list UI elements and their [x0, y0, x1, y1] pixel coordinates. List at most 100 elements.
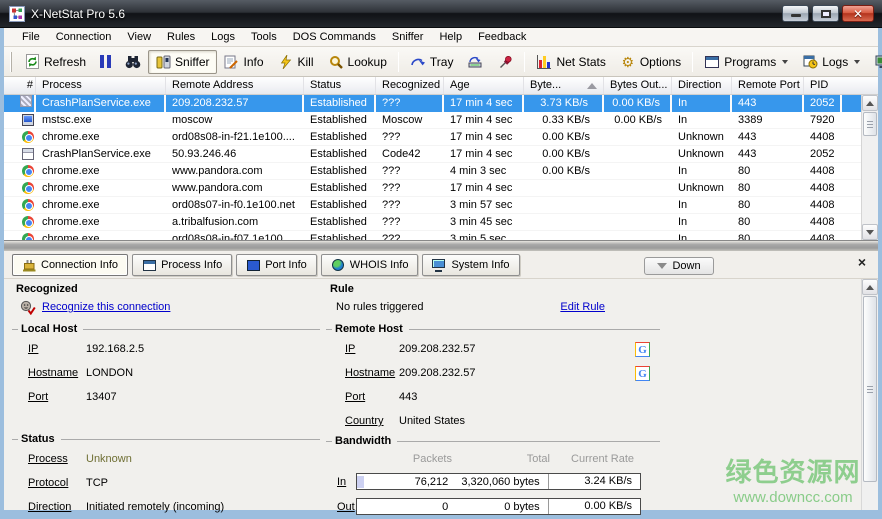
remote-ip-label[interactable]: IP — [345, 343, 399, 355]
tab-process-info[interactable]: Process Info — [132, 254, 232, 276]
col-bytes-out[interactable]: Bytes Out... — [604, 77, 672, 94]
rate-column-label: Current Rate — [550, 453, 638, 469]
table-row[interactable]: chrome.exe a.tribalfusion.com Establishe… — [4, 214, 861, 231]
system-button[interactable] — [867, 50, 882, 74]
panel-scroll-up-button[interactable] — [862, 279, 878, 295]
table-header: # Process Remote Address Status Recogniz… — [4, 77, 878, 95]
app-window-icon — [22, 148, 34, 160]
menu-view[interactable]: View — [119, 29, 159, 45]
toolbar-grip[interactable] — [10, 52, 12, 72]
remote-hostname-value: 209.208.232.57 — [399, 367, 635, 379]
table-row[interactable]: mstsc.exe moscow Established Moscow 17 m… — [4, 112, 861, 129]
col-bytes[interactable]: Byte... — [524, 77, 604, 94]
remote-country-label[interactable]: Country — [345, 415, 399, 427]
menu-help[interactable]: Help — [431, 29, 470, 45]
col-recognized[interactable]: Recognized — [376, 77, 444, 94]
send-to-tray-button[interactable] — [460, 50, 490, 74]
col-pid[interactable]: PID — [804, 77, 842, 94]
col-remote-address[interactable]: Remote Address — [166, 77, 304, 94]
panel-close-icon[interactable]: × — [858, 254, 866, 270]
sniffer-icon — [155, 54, 171, 70]
net-stats-button[interactable]: Net Stats — [529, 50, 612, 74]
lookup-button[interactable]: Lookup — [321, 50, 394, 74]
panel-scrollbar[interactable] — [861, 279, 878, 510]
maximize-button[interactable] — [812, 5, 839, 22]
status-heading: Status — [12, 431, 320, 447]
local-hostname-label[interactable]: Hostname — [28, 367, 86, 379]
col-remote-port[interactable]: Remote Port — [732, 77, 804, 94]
minimize-button[interactable] — [782, 5, 809, 22]
scroll-down-button[interactable] — [862, 224, 878, 240]
sniffer-button[interactable]: Sniffer — [148, 50, 216, 74]
horizontal-splitter[interactable] — [4, 240, 878, 251]
recognized-heading: Recognized — [12, 279, 320, 297]
pin-button[interactable] — [490, 50, 520, 74]
programs-button[interactable]: Programs — [697, 50, 795, 74]
status-protocol-label[interactable]: Protocol — [28, 477, 86, 489]
table-row[interactable]: chrome.exe www.pandora.com Established ?… — [4, 163, 861, 180]
logs-button[interactable]: Logs — [795, 50, 867, 74]
table-row[interactable]: CrashPlanService.exe 209.208.232.57 Esta… — [4, 95, 861, 112]
remote-port-label[interactable]: Port — [345, 391, 399, 403]
bandwidth-in-label[interactable]: In — [337, 476, 356, 488]
table-row[interactable]: chrome.exe ord08s07-in-f0.1e100.net Esta… — [4, 197, 861, 214]
menu-tools[interactable]: Tools — [243, 29, 285, 45]
scroll-up-button[interactable] — [862, 95, 878, 111]
menu-bar: File Connection View Rules Logs Tools DO… — [4, 28, 878, 47]
options-button[interactable]: ⚙ Options — [613, 50, 688, 74]
table-row[interactable]: chrome.exe ord08s08-in-f21.1e100.... Est… — [4, 129, 861, 146]
menu-sniffer[interactable]: Sniffer — [384, 29, 432, 45]
programs-dropdown-arrow — [782, 60, 788, 64]
edit-rule-link[interactable]: Edit Rule — [560, 301, 605, 313]
col-process[interactable]: Process — [36, 77, 166, 94]
chrome-icon — [22, 182, 34, 194]
watermark-site-name: 绿色资源网 — [718, 452, 868, 489]
col-status[interactable]: Status — [304, 77, 376, 94]
table-row[interactable]: chrome.exe www.pandora.com Established ?… — [4, 180, 861, 197]
pause-icon — [100, 55, 111, 68]
col-number[interactable]: # — [4, 77, 36, 94]
info-tab-bar: Connection Info Process Info Port Info W… — [4, 251, 878, 279]
local-ip-label[interactable]: IP — [28, 343, 86, 355]
scrollbar-thumb[interactable] — [863, 112, 877, 136]
bar-chart-icon — [536, 54, 552, 70]
table-row[interactable]: chrome.exe ord08s08-in-f07.1e100... Esta… — [4, 231, 861, 240]
google-lookup-icon[interactable]: G — [635, 366, 650, 381]
refresh-button[interactable]: Refresh — [17, 50, 93, 74]
menu-logs[interactable]: Logs — [203, 29, 243, 45]
close-button[interactable]: ✕ — [842, 5, 874, 22]
remote-hostname-label[interactable]: Hostname — [345, 367, 399, 379]
tab-port-info[interactable]: Port Info — [236, 254, 317, 276]
tray-button[interactable]: Tray — [403, 50, 461, 74]
table-body: CrashPlanService.exe 209.208.232.57 Esta… — [4, 95, 861, 240]
kill-button[interactable]: Kill — [271, 50, 321, 74]
find-button[interactable] — [118, 50, 148, 74]
panel-down-button[interactable]: Down — [644, 257, 714, 275]
recognize-connection-link[interactable]: Recognize this connection — [42, 301, 170, 313]
sort-ascending-icon — [587, 83, 597, 89]
menu-feedback[interactable]: Feedback — [470, 29, 534, 45]
pause-button[interactable] — [93, 51, 118, 72]
menu-dos-commands[interactable]: DOS Commands — [285, 29, 384, 45]
menu-rules[interactable]: Rules — [159, 29, 203, 45]
info-button[interactable]: Info — [217, 50, 271, 74]
panel-scrollbar-thumb[interactable] — [863, 296, 877, 482]
col-direction[interactable]: Direction — [672, 77, 732, 94]
app-icon — [9, 6, 25, 22]
col-age[interactable]: Age — [444, 77, 524, 94]
status-process-label[interactable]: Process — [28, 453, 86, 465]
arrow-down-icon — [866, 230, 874, 235]
app-window: X-NetStat Pro 5.6 ✕ File Connection View… — [0, 0, 882, 510]
total-column-label: Total — [452, 453, 550, 469]
menu-file[interactable]: File — [14, 29, 48, 45]
tab-system-info[interactable]: System Info — [422, 254, 519, 276]
tab-whois-info[interactable]: WHOIS Info — [321, 254, 419, 276]
menu-connection[interactable]: Connection — [48, 29, 120, 45]
table-row[interactable]: CrashPlanService.exe 50.93.246.46 Establ… — [4, 146, 861, 163]
tab-connection-info[interactable]: Connection Info — [12, 254, 128, 276]
bandwidth-out-label[interactable]: Out — [337, 501, 356, 513]
table-scrollbar[interactable] — [861, 95, 878, 240]
google-lookup-icon[interactable]: G — [635, 342, 650, 357]
status-direction-label[interactable]: Direction — [28, 501, 86, 513]
local-port-label[interactable]: Port — [28, 391, 86, 403]
